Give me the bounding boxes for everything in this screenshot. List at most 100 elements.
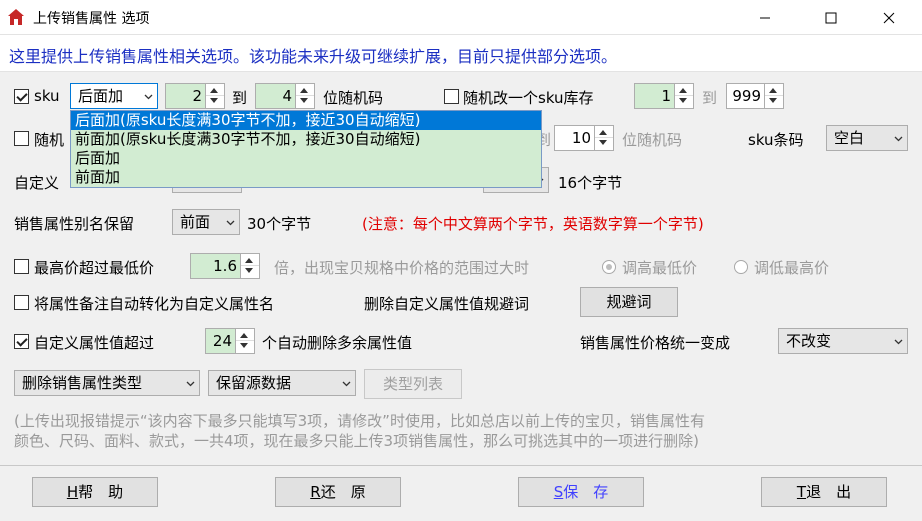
stock-to-value: 999 [732,87,761,105]
minimize-icon [760,17,770,18]
stock-from-value: 1 [661,87,671,105]
save-label: 保 存 [563,483,609,501]
lower-max-radio[interactable] [734,260,748,274]
exit-button[interactable]: T退 出 [761,477,887,507]
stock-to-label: 到 [702,89,718,107]
chevron-down-icon [186,381,195,387]
save-button[interactable]: S保 存 [518,477,644,507]
delete-type-select[interactable]: 删除销售属性类型 [14,370,200,396]
help-hotkey: H [66,483,79,501]
help-label: 帮 助 [78,483,124,501]
unify-price-select[interactable]: 不改变 [778,328,908,354]
stock-from-spinner[interactable]: 1 [634,83,694,109]
exceed-checkbox[interactable] [14,334,29,349]
barcode-label: sku条码 [748,131,804,149]
save-hotkey: S [553,483,564,501]
barcode-value: 空白 [834,129,865,147]
chevron-down-icon [226,220,235,226]
sku-to-value: 4 [282,87,292,105]
sku-suffix-label: 位随机码 [323,89,384,107]
chevron-down-icon [144,94,153,100]
delete-type-value: 删除销售属性类型 [22,374,143,392]
multiplier-spinner[interactable]: 1.6 [190,253,260,279]
exit-hotkey: T [796,483,807,501]
dropdown-option[interactable]: 前面加(原sku长度满30字节不加，接近30自动缩短) [71,130,541,149]
restore-hotkey: R [310,483,321,501]
avoid-words-button[interactable]: 规避词 [580,287,678,317]
random-stock-label: 随机改一个sku库存 [463,89,594,107]
random-stock-checkbox[interactable] [444,89,459,104]
exceed-label: 自定义属性值超过 [34,334,155,352]
sku-position-value: 后面加 [78,87,124,105]
info-bar: 这里提供上传销售属性相关选项。该功能未来升级可继续扩展，目前只提供部分选项。 [0,34,922,72]
spinner-arrows[interactable] [594,126,613,150]
random-suffix-label: 位随机码 [622,131,683,149]
remove-avoid-label: 删除自定义属性值规避词 [364,295,530,313]
spinner-arrows[interactable] [295,84,314,108]
spinner-arrows[interactable] [205,84,224,108]
title-bar: 上传销售属性 选项 [0,0,922,34]
dropdown-option[interactable]: 前面加 [71,168,541,187]
restore-label: 还 原 [320,483,366,501]
exceed-spinner[interactable]: 24 [205,328,255,354]
help-text-line-2: 颜色、尺码、面料、款式，一共4项，现在最多只能上传3项销售属性，那么可挑选其中的… [14,432,699,450]
barcode-select[interactable]: 空白 [826,125,908,151]
help-button[interactable]: H帮 助 [32,477,158,507]
sku-to-spinner[interactable]: 4 [255,83,315,109]
multiplier-desc: 倍，出现宝贝规格中价格的范围过大时 [274,259,530,277]
raise-min-radio[interactable] [602,260,616,274]
keep-source-value: 保留源数据 [216,374,292,392]
max-price-checkbox[interactable] [14,259,29,274]
maximize-button[interactable] [808,0,854,34]
sku-checkbox[interactable] [14,89,29,104]
window-title: 上传销售属性 选项 [33,11,150,27]
random-label: 随机 [34,131,65,149]
info-text: 这里提供上传销售属性相关选项。该功能未来升级可继续扩展，目前只提供部分选项。 [9,47,618,66]
unify-price-value: 不改变 [786,332,832,350]
exit-label: 退 出 [806,483,852,501]
sku-position-dropdown: 后面加(原sku长度满30字节不加，接近30自动缩短) 前面加(原sku长度满3… [70,110,542,188]
sku-from-value: 2 [192,87,202,105]
custom-bytes-label: 16个字节 [558,174,623,192]
dropdown-option[interactable]: 后面加(原sku长度满30字节不加，接近30自动缩短) [71,111,541,130]
spinner-arrows[interactable] [240,254,259,278]
unify-price-label: 销售属性价格统一变成 [580,334,731,352]
alias-label: 销售属性别名保留 [14,215,135,233]
spinner-arrows[interactable] [235,329,254,353]
help-text-line-1: (上传出现报错提示“该内容下最多只能填写3项，请修改”时使用，比如总店以前上传的… [14,412,705,430]
random-checkbox[interactable] [14,131,29,146]
alias-select[interactable]: 前面 [172,209,240,235]
footer-divider [0,465,922,466]
type-list-button[interactable]: 类型列表 [364,369,462,399]
exceed-value: 24 [212,332,232,350]
convert-label: 将属性备注自动转化为自定义属性名 [34,295,275,313]
spinner-arrows[interactable] [674,84,693,108]
convert-checkbox[interactable] [14,295,29,310]
dropdown-option[interactable]: 后面加 [71,149,541,168]
sku-label: sku [34,87,60,105]
byte-note: (注意：每个中文算两个字节，英语数字算一个字节) [362,215,704,233]
lower-max-label: 调低最高价 [754,259,830,277]
spinner-arrows[interactable] [764,84,783,108]
maximize-icon [825,12,837,23]
sku-position-select[interactable]: 后面加 [70,83,158,109]
multiplier-value: 1.6 [213,257,237,275]
random-to-value: 10 [571,129,591,147]
alias-bytes-label: 30个字节 [247,215,312,233]
chevron-down-icon [894,136,903,142]
max-price-label: 最高价超过最低价 [34,259,155,277]
sku-to-label: 到 [232,89,248,107]
close-icon [883,12,895,23]
close-button[interactable] [866,0,912,34]
keep-source-select[interactable]: 保留源数据 [208,370,356,396]
raise-min-label: 调高最低价 [622,259,698,277]
exceed-suffix: 个自动删除多余属性值 [262,334,413,352]
stock-to-spinner[interactable]: 999 [726,83,784,109]
sku-from-spinner[interactable]: 2 [165,83,225,109]
alias-value: 前面 [180,213,211,231]
random-to-spinner[interactable]: 10 [554,125,614,151]
chevron-down-icon [342,381,351,387]
restore-button[interactable]: R还 原 [275,477,401,507]
minimize-button[interactable] [742,0,788,34]
app-house-icon [8,9,24,25]
